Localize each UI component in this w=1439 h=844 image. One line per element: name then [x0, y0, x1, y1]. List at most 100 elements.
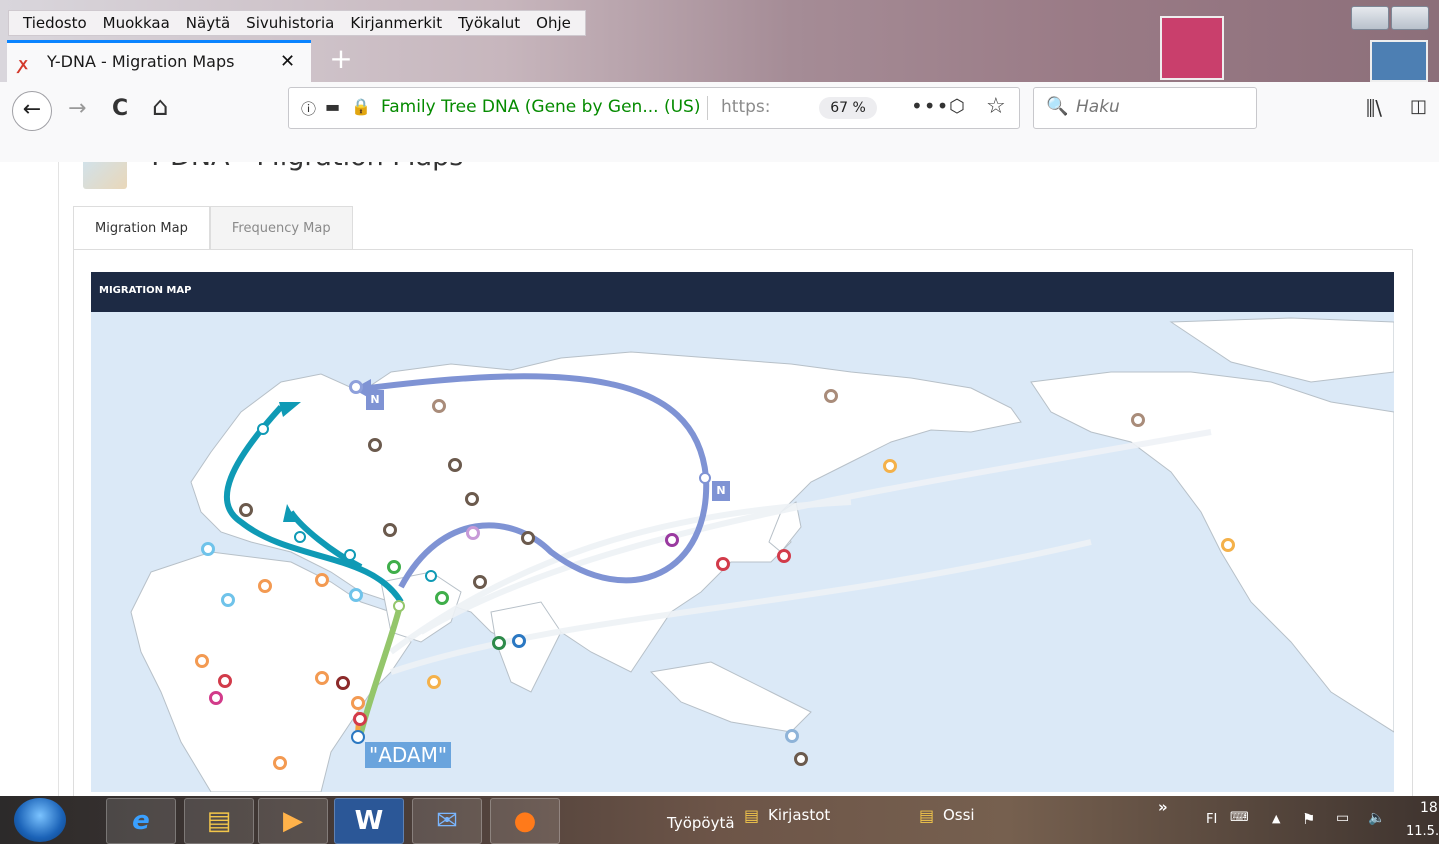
tab-frequency-map[interactable]: Frequency Map — [209, 206, 353, 250]
toolbar-libraries[interactable]: Kirjastot — [768, 806, 830, 824]
map-marker[interactable] — [315, 671, 329, 685]
route-point[interactable] — [344, 549, 356, 561]
map-marker[interactable] — [336, 676, 350, 690]
menu-item-file[interactable]: Tiedosto — [15, 11, 95, 35]
network-icon[interactable]: ▭ — [1336, 810, 1349, 826]
firefox-icon[interactable]: ● — [490, 798, 560, 844]
map-marker[interactable] — [351, 696, 365, 710]
map-marker[interactable] — [349, 380, 363, 394]
search-input[interactable]: Haku — [1076, 97, 1120, 117]
tab-migration-map[interactable]: Migration Map — [73, 206, 210, 250]
background-window-thumbnail — [1160, 16, 1224, 80]
map-marker[interactable] — [473, 575, 487, 589]
thunderbird-icon[interactable]: ✉ — [412, 798, 482, 844]
toolbar-chevron[interactable]: » — [1158, 798, 1168, 816]
map-marker[interactable] — [1221, 538, 1235, 552]
sidebar-icon[interactable]: ◫ — [1410, 96, 1427, 117]
map-marker[interactable] — [432, 399, 446, 413]
new-tab-button[interactable]: + — [323, 44, 359, 78]
map-marker[interactable] — [512, 634, 526, 648]
map-marker[interactable] — [239, 503, 253, 517]
map-marker[interactable] — [258, 579, 272, 593]
map-marker[interactable] — [221, 593, 235, 607]
map-marker[interactable] — [195, 654, 209, 668]
menu-item-history[interactable]: Sivuhistoria — [238, 11, 342, 35]
show-hidden-icons-icon[interactable]: ▲ — [1272, 812, 1280, 825]
map-marker[interactable] — [466, 526, 480, 540]
route-point[interactable] — [351, 730, 365, 744]
map-marker[interactable] — [383, 523, 397, 537]
language-indicator[interactable]: FI — [1206, 812, 1217, 827]
url-bar[interactable]: ⓘ ▬ 🔒 Family Tree DNA (Gene by Gen... (U… — [288, 87, 1020, 129]
keyboard-icon[interactable]: ⌨ — [1230, 810, 1249, 825]
clock-time[interactable]: 18 — [1420, 800, 1438, 816]
site-info-icon[interactable]: ⓘ — [301, 98, 316, 119]
map-marker[interactable] — [492, 636, 506, 650]
back-button[interactable]: ← — [12, 91, 52, 131]
map-marker[interactable] — [716, 557, 730, 571]
search-bar[interactable]: 🔍 Haku — [1033, 87, 1257, 129]
search-icon: 🔍 — [1046, 96, 1069, 117]
map-marker[interactable] — [218, 674, 232, 688]
map-marker[interactable] — [465, 492, 479, 506]
browser-tab[interactable]: ꭗ Y-DNA - Migration Maps ✕ — [7, 40, 311, 82]
media-player-icon[interactable]: ▶ — [258, 798, 328, 844]
map-marker[interactable] — [521, 531, 535, 545]
map-marker[interactable] — [665, 533, 679, 547]
bookmark-star-icon[interactable]: ☆ — [986, 94, 1006, 119]
map-marker[interactable] — [883, 459, 897, 473]
route-point[interactable] — [699, 472, 711, 484]
map-marker[interactable] — [387, 560, 401, 574]
toolbar-desktop[interactable]: Työpöytä — [667, 814, 735, 832]
map-marker[interactable] — [435, 591, 449, 605]
pocket-icon[interactable]: ⬡ — [949, 96, 965, 117]
minimize-button[interactable] — [1351, 6, 1389, 30]
map-marker[interactable] — [794, 752, 808, 766]
clock-date[interactable]: 11.5. — [1406, 824, 1439, 839]
menu-item-edit[interactable]: Muokkaa — [95, 11, 178, 35]
start-button[interactable] — [14, 798, 66, 842]
home-button[interactable]: ⌂ — [152, 92, 169, 122]
maximize-button[interactable] — [1391, 6, 1429, 30]
map-marker[interactable] — [1131, 413, 1145, 427]
map-marker[interactable] — [785, 729, 799, 743]
reload-button[interactable]: C — [112, 96, 128, 121]
map-marker[interactable] — [368, 438, 382, 452]
file-explorer-icon[interactable]: ▤ — [184, 798, 254, 844]
window-controls — [1351, 6, 1429, 30]
map-marker[interactable] — [349, 588, 363, 602]
close-tab-icon[interactable]: ✕ — [280, 51, 295, 72]
permissions-icon[interactable]: ▬ — [325, 97, 340, 116]
map-marker[interactable] — [427, 675, 441, 689]
map-marker[interactable] — [273, 756, 287, 770]
action-center-flag-icon[interactable]: ⚑ — [1302, 810, 1315, 828]
menu-item-help[interactable]: Ohje — [528, 11, 579, 35]
map-marker[interactable] — [315, 573, 329, 587]
lock-icon[interactable]: 🔒 — [351, 97, 371, 116]
forward-button[interactable]: → — [68, 96, 86, 121]
map-marker[interactable] — [353, 712, 367, 726]
route-point[interactable] — [257, 423, 269, 435]
map-marker[interactable] — [824, 389, 838, 403]
menu-item-view[interactable]: Näytä — [178, 11, 238, 35]
internet-explorer-icon[interactable]: e — [106, 798, 176, 844]
migration-map[interactable]: N N "ADAM" — [91, 312, 1395, 793]
dna-favicon-icon: ꭗ — [19, 54, 28, 73]
menu-item-tools[interactable]: Työkalut — [450, 11, 528, 35]
map-marker[interactable] — [448, 458, 462, 472]
toolbar-user[interactable]: Ossi — [943, 806, 975, 824]
route-point[interactable] — [393, 600, 405, 612]
page-actions-icon[interactable]: ••• — [911, 94, 949, 118]
route-point[interactable] — [425, 570, 437, 582]
library-icon[interactable]: ⫼\ — [1366, 96, 1382, 120]
site-identity[interactable]: Family Tree DNA (Gene by Gen... (US) — [381, 97, 700, 117]
word-icon[interactable]: W — [334, 798, 404, 844]
url-text[interactable]: https: — [721, 97, 770, 117]
route-point[interactable] — [294, 531, 306, 543]
volume-icon[interactable]: 🔈 — [1368, 810, 1385, 826]
map-marker[interactable] — [777, 549, 791, 563]
map-marker[interactable] — [201, 542, 215, 556]
map-marker[interactable] — [209, 691, 223, 705]
menu-item-bookmarks[interactable]: Kirjanmerkit — [342, 11, 450, 35]
zoom-indicator[interactable]: 67 % — [819, 97, 877, 119]
